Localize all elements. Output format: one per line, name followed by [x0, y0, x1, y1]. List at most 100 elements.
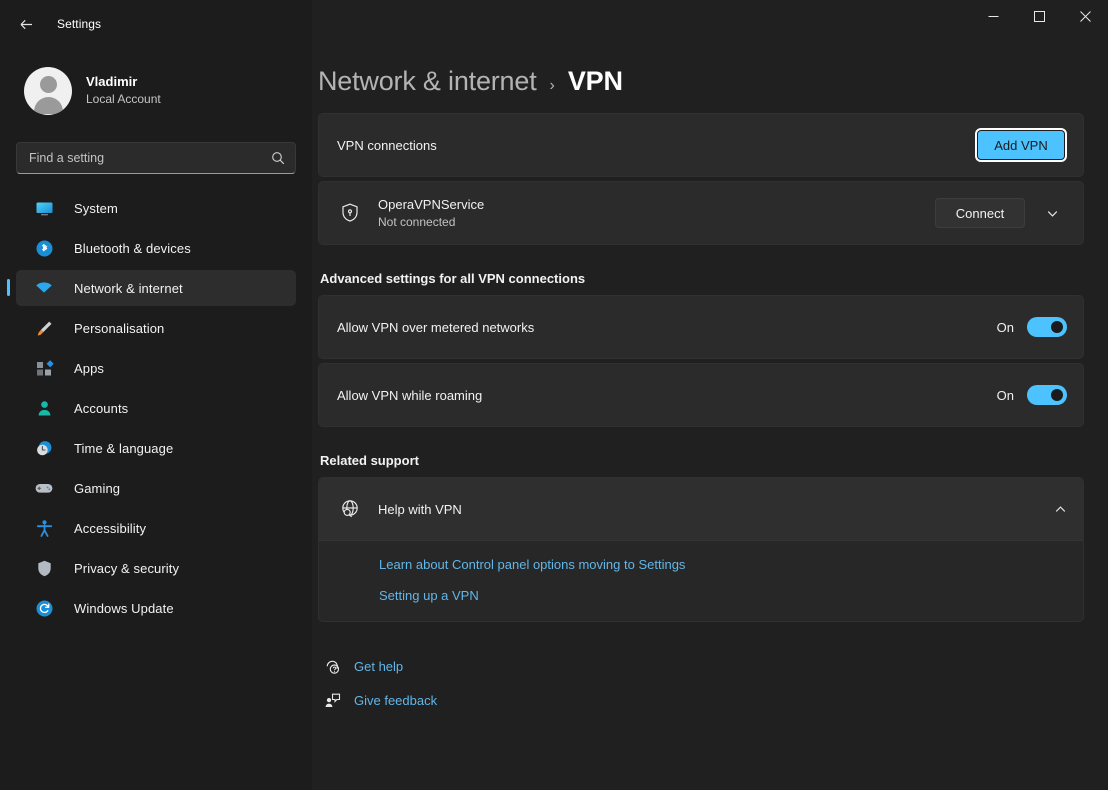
- vpn-connection-name: OperaVPNService: [378, 197, 485, 212]
- metered-networks-toggle[interactable]: [1027, 317, 1067, 337]
- vpn-connection-status: Not connected: [378, 215, 456, 229]
- setting-row: Allow VPN while roaming On: [319, 364, 1083, 426]
- sidebar-item-accounts[interactable]: Accounts: [16, 390, 296, 426]
- toggle-state-label: On: [996, 319, 1014, 335]
- related-support-heading: Related support: [320, 453, 419, 468]
- bluetooth-icon: [33, 237, 55, 259]
- vpn-connection-card[interactable]: OperaVPNService Not connected Connect: [318, 181, 1084, 245]
- help-expander-title: Help with VPN: [378, 501, 462, 517]
- setting-label: Allow VPN over metered networks: [337, 319, 535, 335]
- window-controls: [970, 0, 1108, 48]
- sidebar-item-label: Time & language: [74, 440, 174, 456]
- help-link-setting-up-vpn[interactable]: Setting up a VPN: [379, 588, 1065, 603]
- page-title: VPN: [567, 66, 623, 96]
- sidebar-item-system[interactable]: System: [16, 190, 296, 226]
- setting-row: Allow VPN over metered networks On: [319, 296, 1083, 358]
- help-expander-collapse-button[interactable]: [1054, 503, 1067, 516]
- chevron-up-icon: [1055, 505, 1066, 512]
- vpn-connections-card: VPN connections Add VPN: [318, 113, 1084, 177]
- help-link-control-panel[interactable]: Learn about Control panel options moving…: [379, 557, 1065, 572]
- breadcrumb-separator-icon: ›: [549, 77, 555, 94]
- paintbrush-icon: [33, 317, 55, 339]
- search-icon: [271, 151, 285, 165]
- maximize-button[interactable]: [1016, 0, 1062, 32]
- shield-icon: [33, 557, 55, 579]
- chevron-down-icon: [1047, 210, 1057, 217]
- setting-card-metered: Allow VPN over metered networks On: [318, 295, 1084, 359]
- setting-label: Allow VPN while roaming: [337, 387, 483, 403]
- get-help-label: Get help: [354, 659, 404, 674]
- help-question-icon: [320, 658, 344, 675]
- roaming-toggle[interactable]: [1027, 385, 1067, 405]
- system-monitor-icon: [33, 197, 55, 219]
- close-button[interactable]: [1062, 0, 1108, 32]
- sidebar: Vladimir Local Account System: [0, 48, 312, 790]
- sidebar-item-gaming[interactable]: Gaming: [16, 470, 296, 506]
- sidebar-item-time-language[interactable]: Time & language: [16, 430, 296, 466]
- add-vpn-button[interactable]: Add VPN: [977, 130, 1065, 160]
- search-container: [16, 124, 296, 174]
- vpn-shield-icon: [337, 202, 363, 224]
- sidebar-item-apps[interactable]: Apps: [16, 350, 296, 386]
- sidebar-item-label: Accounts: [74, 400, 129, 416]
- sidebar-item-label: Windows Update: [74, 600, 174, 616]
- sidebar-item-bluetooth-devices[interactable]: Bluetooth & devices: [16, 230, 296, 266]
- search-input[interactable]: [29, 151, 271, 165]
- profile-block[interactable]: Vladimir Local Account: [16, 48, 296, 124]
- vpn-connection-expand-button[interactable]: [1037, 198, 1067, 228]
- accessibility-person-icon: [33, 517, 55, 539]
- sidebar-item-network-internet[interactable]: Network & internet: [7, 270, 296, 306]
- sidebar-item-accessibility[interactable]: Accessibility: [16, 510, 296, 546]
- give-feedback-row[interactable]: Give feedback: [320, 684, 1084, 717]
- sidebar-item-label: Network & internet: [74, 280, 183, 296]
- sidebar-item-label: Privacy & security: [74, 560, 180, 576]
- window-title: Settings: [57, 17, 102, 31]
- toggle-state-label: On: [996, 387, 1014, 403]
- account-person-icon: [33, 397, 55, 419]
- avatar: [24, 66, 72, 115]
- sidebar-item-label: Bluetooth & devices: [74, 240, 191, 256]
- sidebar-item-windows-update[interactable]: Windows Update: [16, 590, 296, 626]
- breadcrumb-parent[interactable]: Network & internet: [318, 66, 537, 97]
- back-arrow-icon: [20, 19, 32, 29]
- help-expander-body: Learn about Control panel options moving…: [319, 540, 1083, 621]
- profile-name: Vladimir: [86, 74, 138, 89]
- sidebar-nav: System Bluetooth & devices Network & int…: [7, 190, 296, 626]
- setting-card-roaming: Allow VPN while roaming On: [318, 363, 1084, 427]
- breadcrumb: Network & internet › VPN: [318, 57, 1084, 113]
- wifi-icon: [33, 277, 55, 299]
- sidebar-item-privacy-security[interactable]: Privacy & security: [16, 550, 296, 586]
- sidebar-item-label: Gaming: [74, 480, 121, 496]
- clock-globe-icon: [33, 437, 55, 459]
- app-shell: Vladimir Local Account System: [0, 48, 1108, 790]
- vpn-connections-row: VPN connections Add VPN: [319, 114, 1083, 176]
- connect-button[interactable]: Connect: [935, 198, 1025, 228]
- minimize-button[interactable]: [970, 0, 1016, 32]
- sidebar-item-label: System: [74, 200, 118, 216]
- minimize-icon: [988, 15, 998, 17]
- title-bar-drag-region: [312, 0, 970, 48]
- title-bar-left: Settings: [0, 0, 312, 48]
- advanced-settings-heading: Advanced settings for all VPN connection…: [320, 271, 586, 286]
- vpn-connection-row: OperaVPNService Not connected Connect: [319, 182, 1083, 244]
- back-button[interactable]: [9, 7, 43, 41]
- give-feedback-label: Give feedback: [354, 693, 438, 708]
- vpn-connections-label: VPN connections: [337, 137, 437, 153]
- sidebar-item-label: Personalisation: [74, 320, 165, 336]
- main-content: Network & internet › VPN VPN connections…: [312, 48, 1108, 790]
- apps-icon: [33, 357, 55, 379]
- maximize-icon: [1033, 10, 1045, 22]
- title-bar: Settings: [0, 0, 1108, 48]
- help-expander-header[interactable]: Help with VPN: [319, 478, 1083, 540]
- feedback-person-icon: [320, 692, 344, 709]
- gamepad-icon: [33, 477, 55, 499]
- globe-search-icon: [337, 498, 363, 520]
- search-box[interactable]: [16, 142, 296, 174]
- sidebar-item-label: Accessibility: [74, 520, 147, 536]
- footer-links: Get help Give feedback: [318, 650, 1084, 717]
- close-icon: [1079, 10, 1091, 22]
- get-help-row[interactable]: Get help: [320, 650, 1084, 683]
- sidebar-item-label: Apps: [74, 360, 105, 376]
- profile-account-type: Local Account: [86, 92, 161, 106]
- sidebar-item-personalisation[interactable]: Personalisation: [16, 310, 296, 346]
